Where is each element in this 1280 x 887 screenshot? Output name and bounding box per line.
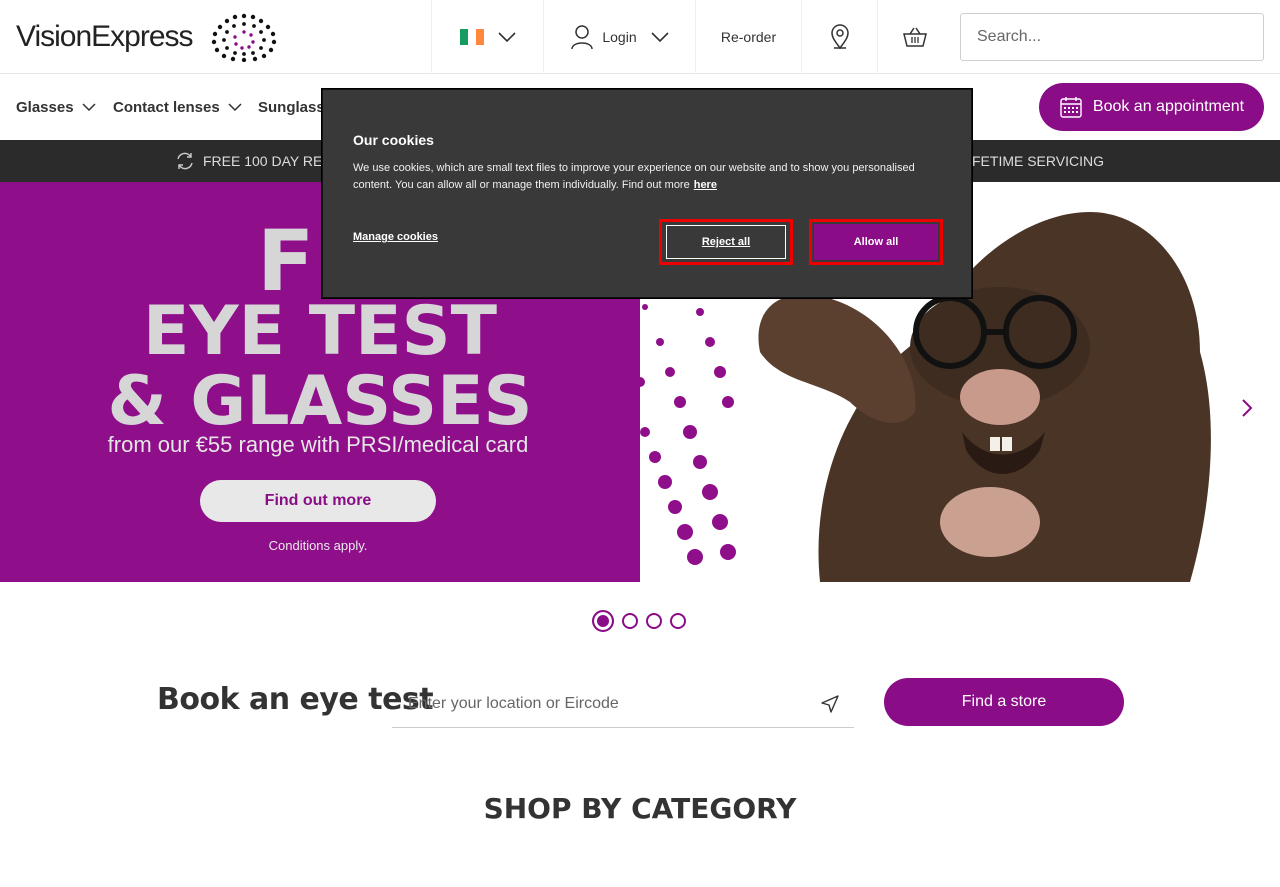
manage-cookies-link[interactable]: Manage cookies xyxy=(353,231,438,243)
find-out-more-button[interactable]: Find out more xyxy=(200,480,436,522)
carousel-dot-2[interactable] xyxy=(622,613,638,629)
nav-item-glasses[interactable]: Glasses xyxy=(16,74,96,140)
hero-subtitle: from our €55 range with PRSI/medical car… xyxy=(107,432,529,457)
refresh-icon xyxy=(177,152,193,170)
hero-headline-2: EYE TEST xyxy=(142,292,497,371)
country-selector[interactable] xyxy=(431,0,543,74)
usp-servicing-text: FETIME SERVICING xyxy=(972,153,1104,169)
allow-all-button[interactable]: Allow all xyxy=(814,224,938,260)
chevron-down-icon xyxy=(82,103,96,111)
user-icon xyxy=(571,25,594,50)
chevron-down-icon xyxy=(497,32,516,42)
chevron-down-icon xyxy=(228,103,242,111)
nav-item-label: Glasses xyxy=(16,98,74,116)
nav-item-sunglasses[interactable]: Sunglass xyxy=(258,74,325,140)
shop-by-category-title: SHOP BY CATEGORY xyxy=(483,792,797,825)
logo-text: VisionExpress xyxy=(16,20,194,53)
site-header: VisionExpress Login Re-order xyxy=(0,0,1280,74)
cookie-description: We use cookies, which are small text fil… xyxy=(353,160,953,194)
cookie-here-link[interactable]: here xyxy=(694,179,717,191)
usp-returns: FREE 100 DAY RE xyxy=(175,140,322,182)
nav-item-label: Sunglass xyxy=(258,98,325,116)
reject-all-button[interactable]: Reject all xyxy=(666,225,786,259)
ireland-flag-icon xyxy=(459,29,484,45)
chevron-down-icon xyxy=(651,32,669,42)
calendar-icon xyxy=(1060,97,1082,118)
reorder-label: Re-order xyxy=(720,29,777,45)
hero-conditions: Conditions apply. xyxy=(268,538,368,553)
location-input[interactable] xyxy=(392,680,854,728)
login-menu[interactable]: Login xyxy=(543,0,695,74)
vision-express-logo[interactable]: VisionExpress xyxy=(16,12,285,62)
carousel-dot-3[interactable] xyxy=(646,613,662,629)
logo-dots-icon xyxy=(211,13,276,62)
map-pin-icon xyxy=(830,24,849,50)
usp-servicing: FETIME SERVICING xyxy=(972,140,1104,182)
cookie-text: We use cookies, which are small text fil… xyxy=(353,162,915,191)
allow-all-highlight: Allow all xyxy=(809,219,943,265)
book-appointment-label: Book an appointment xyxy=(1092,98,1245,115)
nav-item-contact-lenses[interactable]: Contact lenses xyxy=(113,74,242,140)
basket-icon xyxy=(903,27,927,47)
find-store-button[interactable]: Find a store xyxy=(884,678,1124,726)
carousel-dot-4[interactable] xyxy=(670,613,686,629)
cookie-consent-dialog: Our cookies We use cookies, which are sm… xyxy=(322,89,972,298)
nav-item-label: Contact lenses xyxy=(113,98,220,116)
hero-headline-3: & GLASSES xyxy=(107,362,533,441)
cookie-title: Our cookies xyxy=(353,132,434,148)
store-locator-button[interactable] xyxy=(801,0,877,74)
reorder-link[interactable]: Re-order xyxy=(695,0,801,74)
carousel-dots xyxy=(592,610,686,632)
login-label: Login xyxy=(602,29,637,45)
book-appointment-button[interactable]: Book an appointment xyxy=(1039,83,1264,131)
basket-button[interactable] xyxy=(877,0,952,74)
carousel-dot-1[interactable] xyxy=(592,610,614,632)
usp-returns-text: FREE 100 DAY RE xyxy=(203,153,323,169)
chevron-right-icon[interactable] xyxy=(1240,397,1254,419)
search-input[interactable] xyxy=(960,13,1264,61)
locate-me-icon[interactable] xyxy=(820,694,840,714)
reject-all-highlight: Reject all xyxy=(659,219,793,265)
